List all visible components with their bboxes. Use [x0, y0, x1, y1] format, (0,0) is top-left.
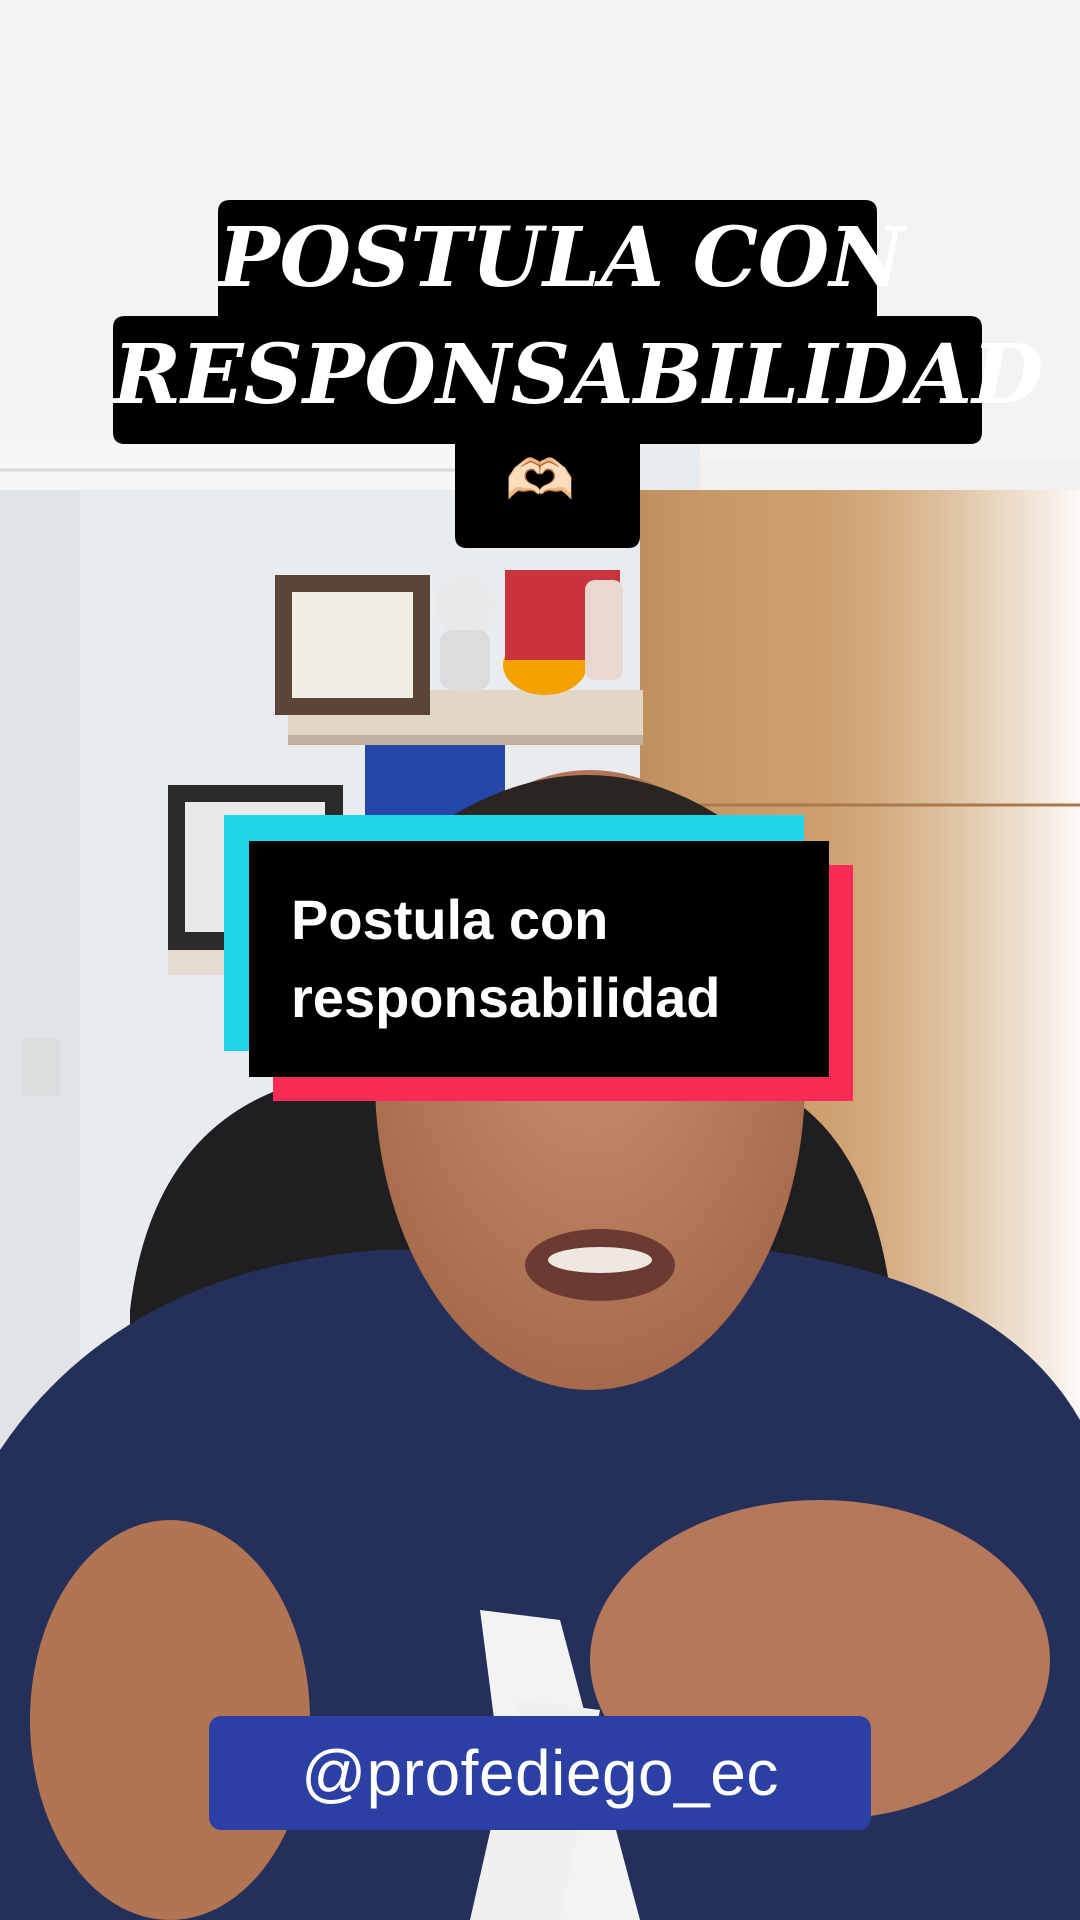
heart-hands-icon: 🫶🏻	[505, 448, 575, 513]
creator-handle: @profediego_ec	[209, 1716, 871, 1830]
title-line-2: RESPONSABILIDAD	[113, 327, 1044, 423]
caption-box: Postula con responsabilidad	[249, 841, 829, 1077]
light-switch	[22, 1038, 60, 1096]
overlay-title: POSTULA CON RESPONSABILIDAD 🫶🏻	[0, 0, 1080, 560]
title-line-1: POSTULA CON	[218, 210, 905, 306]
creator-handle-text: @profediego_ec	[301, 1737, 779, 1809]
caption-line-1: Postula con	[291, 888, 609, 951]
caption-line-2: responsabilidad	[291, 966, 721, 1029]
